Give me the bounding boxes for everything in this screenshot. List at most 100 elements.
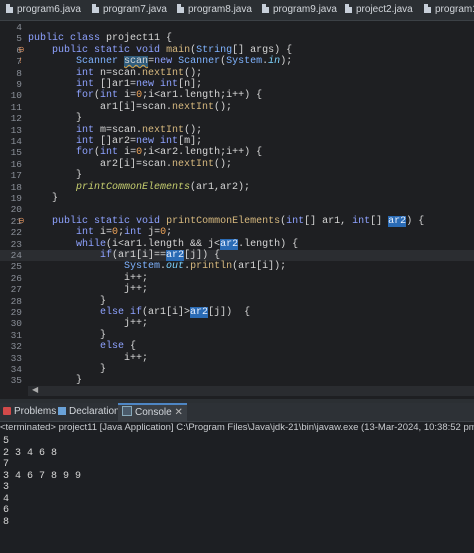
code-line[interactable]: 13 int m=scan.nextInt(); — [0, 125, 474, 136]
java-file-icon — [424, 4, 431, 13]
code-line[interactable]: 29 else if(ar1[i]>ar2[j]) { — [0, 307, 474, 318]
code-text: i++; — [28, 352, 149, 364]
tab-label: program9.java — [273, 4, 337, 15]
code-text: public static void printCommonElements(i… — [52, 215, 425, 227]
code-line[interactable]: 19 } — [0, 193, 474, 204]
code-line[interactable]: 27 j++; — [0, 284, 474, 295]
tab-label: program7.java — [103, 4, 167, 15]
console-output-line: 7 — [3, 459, 10, 470]
fold-toggle-icon[interactable]: ⊖ — [18, 216, 26, 227]
horizontal-scrollbar[interactable]: ◀ — [28, 386, 474, 396]
line-number: 16 — [10, 158, 22, 170]
code-line[interactable]: 31 } — [0, 330, 474, 341]
line-number: 27 — [10, 284, 22, 296]
tab-label: program6.java — [17, 4, 81, 15]
tab-problems[interactable]: Problems — [3, 403, 56, 421]
code-line[interactable]: 24 if(ar1[i]==ar2[j]) { — [0, 250, 474, 262]
editor-tab-bar: program6.java program7.java program8.jav… — [0, 0, 474, 21]
line-number: 23 — [10, 238, 22, 250]
line-number: 20 — [10, 204, 22, 216]
code-line[interactable]: 14 int []ar2=new int[m]; — [0, 136, 474, 147]
tab-program6[interactable]: program6.java — [6, 0, 81, 20]
declaration-icon — [58, 407, 66, 415]
code-line[interactable]: 7! Scanner scan=new Scanner(System.in); — [0, 56, 474, 68]
tab-program1[interactable]: program1 — [424, 0, 474, 20]
code-text: int []ar1=new int[n]; — [76, 79, 203, 90]
line-number: 15 — [10, 147, 22, 159]
console-panel[interactable]: <terminated> project11 [Java Application… — [0, 422, 474, 553]
code-line[interactable]: 11 ar1[i]=scan.nextInt(); — [0, 102, 474, 113]
code-text: int m=scan.nextInt(); — [76, 124, 203, 136]
code-line[interactable]: 8 int n=scan.nextInt(); — [0, 68, 474, 79]
console-output-line: 5 — [3, 436, 10, 447]
code-text: ar2[i]=scan.nextInt(); — [28, 158, 233, 170]
code-text: } — [28, 170, 83, 182]
line-number: 5 — [16, 33, 22, 45]
code-text: } — [28, 329, 107, 341]
fold-toggle-icon[interactable]: ⊖ — [18, 45, 26, 56]
line-number: 18 — [10, 181, 22, 193]
code-line[interactable]: 32 else { — [0, 341, 474, 352]
code-text: ar1[i]=scan.nextInt(); — [28, 101, 233, 113]
bottom-view-tabs: Problems Declaration Console ✕ — [0, 403, 474, 422]
code-text: int []ar2=new int[m]; — [76, 136, 203, 147]
code-text: } — [28, 364, 107, 375]
close-icon[interactable]: ✕ — [174, 407, 182, 418]
tab-program7[interactable]: program7.java — [92, 0, 167, 20]
java-file-icon — [177, 4, 184, 13]
code-line[interactable]: 34 } — [0, 364, 474, 375]
code-text: j++; — [28, 318, 149, 330]
code-line[interactable]: 4 — [0, 22, 474, 33]
problems-icon — [3, 407, 11, 415]
tab-program9[interactable]: program9.java — [262, 0, 337, 20]
code-text: for(int i=0;i<ar1.length;i++) { — [76, 90, 263, 102]
code-line[interactable]: 16 ar2[i]=scan.nextInt(); — [0, 159, 474, 170]
code-text: } — [28, 193, 59, 204]
tab-label: program1 — [435, 4, 474, 15]
line-number: 32 — [10, 341, 22, 353]
tab-project2[interactable]: project2.java — [345, 0, 413, 20]
tab-declaration[interactable]: Declaration — [58, 403, 120, 421]
tab-program8[interactable]: program8.java — [177, 0, 252, 20]
code-line[interactable]: 5 public class project11 { — [0, 33, 474, 44]
code-line[interactable]: 9 int []ar1=new int[n]; — [0, 79, 474, 90]
line-number: 25 — [10, 261, 22, 273]
java-file-icon — [345, 4, 352, 13]
code-line[interactable]: 28 } — [0, 296, 474, 307]
code-line[interactable]: 22 int i=0;int j=0; — [0, 227, 474, 238]
scroll-left-icon[interactable]: ◀ — [32, 386, 38, 396]
code-text: printCommonElements(ar1,ar2); — [76, 181, 251, 193]
code-line[interactable]: 6 ⊖ public static void main(String[] args… — [0, 45, 474, 56]
code-text: j++; — [28, 284, 149, 296]
line-number: 24 — [10, 250, 22, 261]
java-file-icon — [92, 4, 99, 13]
console-output-line: 2 3 4 6 8 — [3, 447, 58, 459]
code-line[interactable]: 12 } — [0, 113, 474, 124]
console-output-line: 3 — [3, 482, 10, 493]
code-text: if(ar1[i]==ar2[j]) { — [100, 250, 221, 261]
code-line[interactable]: 33 i++; — [0, 353, 474, 364]
code-line[interactable]: 17 } — [0, 170, 474, 181]
code-line[interactable]: 30 j++; — [0, 318, 474, 329]
code-line[interactable]: 15 for(int i=0;i<ar2.length;i++) { — [0, 147, 474, 158]
line-number: 28 — [10, 295, 22, 307]
line-number: 12 — [10, 113, 22, 125]
warning-marker-icon[interactable]: ! — [18, 56, 26, 67]
code-line[interactable]: 21 ⊖ public static void printCommonElemen… — [0, 215, 474, 227]
code-line[interactable]: 25 System.out.println(ar1[i]); — [0, 261, 474, 272]
code-line[interactable]: 20 — [0, 204, 474, 215]
code-line[interactable]: 10 for(int i=0;i<ar1.length;i++) { — [0, 90, 474, 101]
line-number: 4 — [16, 22, 22, 33]
code-line[interactable]: 23 while(i<ar1.length && j<ar2.length) { — [0, 238, 474, 250]
line-number: 19 — [10, 193, 22, 204]
console-output-line: 8 — [3, 516, 10, 528]
code-text: public class project11 { — [28, 33, 173, 45]
code-line[interactable]: 26 i++; — [0, 273, 474, 284]
code-editor[interactable]: 4 5 public class project11 {6 ⊖ public stat… — [0, 21, 474, 399]
tab-console[interactable]: Console ✕ — [118, 403, 187, 421]
line-number: 26 — [10, 272, 22, 284]
tab-label: program8.java — [188, 4, 252, 15]
code-text: i++; — [28, 272, 149, 284]
code-text: Scanner scan=new Scanner(System.in); — [76, 56, 293, 68]
code-line[interactable]: 18 printCommonElements(ar1,ar2); — [0, 182, 474, 193]
